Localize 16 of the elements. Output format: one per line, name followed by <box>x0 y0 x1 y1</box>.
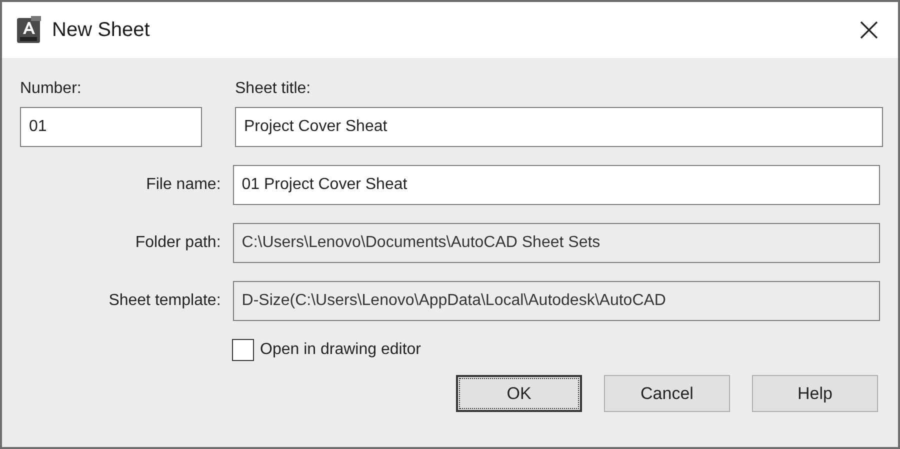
field-label: Sheet title: <box>235 80 312 98</box>
text-field[interactable]: Project Cover Sheat <box>235 107 883 147</box>
app-icon <box>16 16 42 44</box>
dialog-button[interactable]: Help <box>752 375 878 412</box>
text-field[interactable]: 01 <box>20 107 202 147</box>
field-label: File name: <box>145 176 221 194</box>
text-field[interactable]: 01 Project Cover Sheat <box>232 165 880 205</box>
field-label: Folder path: <box>134 234 221 252</box>
field-label: Sheet template: <box>108 292 221 310</box>
close-button[interactable] <box>858 19 880 41</box>
window-title: New Sheet <box>52 18 150 42</box>
field-label: Number: <box>20 80 82 98</box>
dialog-button[interactable]: OK <box>456 375 582 412</box>
checkbox-label: Open in drawing editor <box>260 341 421 359</box>
dialog-button[interactable]: Cancel <box>604 375 730 412</box>
checkbox[interactable] <box>232 339 254 361</box>
